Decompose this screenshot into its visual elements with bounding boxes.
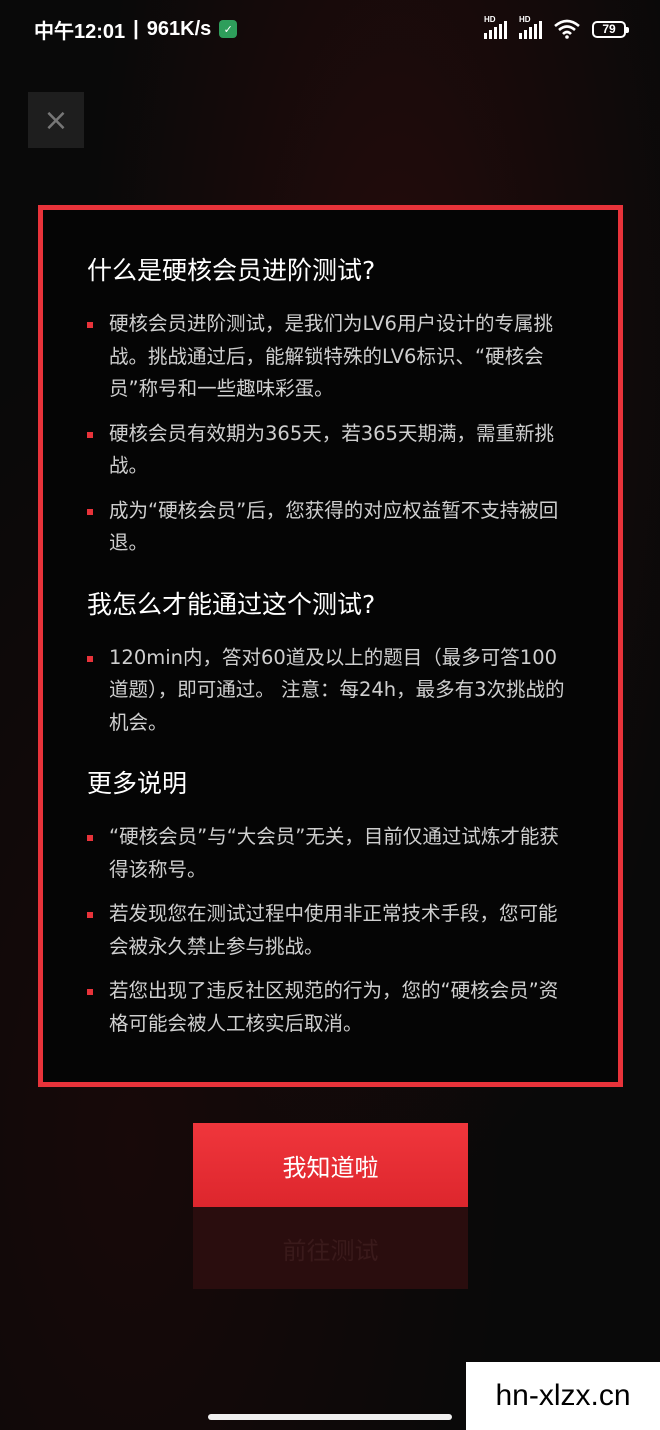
bullet-item: 硬核会员有效期为365天，若365天期满，需重新挑战。 <box>87 418 576 483</box>
hd-label: HD <box>484 15 496 24</box>
bullet-marker <box>87 655 93 662</box>
bullet-list: 120min内，答对60道及以上的题目（最多可答100道题），即可通过。 注意：… <box>87 642 576 740</box>
bullet-list: 硬核会员进阶测试，是我们为LV6用户设计的专属挑战。挑战通过后，能解锁特殊的LV… <box>87 308 576 560</box>
bullet-marker <box>87 431 93 438</box>
signal-icon: HD <box>484 15 507 39</box>
bullet-item: “硬核会员”与“大会员”无关，目前仅通过试炼才能获得该称号。 <box>87 821 576 886</box>
bullet-marker <box>87 912 93 918</box>
shield-icon: ✓ <box>219 20 238 38</box>
home-indicator[interactable] <box>208 1414 452 1420</box>
status-separator: | <box>133 17 139 40</box>
bullet-item: 若发现您在测试过程中使用非正常技术手段，您可能会被永久禁止参与挑战。 <box>87 898 576 963</box>
bullet-marker <box>87 508 93 515</box>
signal-icon-2: HD <box>519 15 542 39</box>
watermark: hn-xlzx.cn <box>466 1362 660 1430</box>
close-icon: × <box>43 102 69 138</box>
section-title: 更多说明 <box>87 769 188 798</box>
bullet-text: 硬核会员进阶测试，是我们为LV6用户设计的专属挑战。挑战通过后，能解锁特殊的LV… <box>109 312 553 400</box>
section-title: 我怎么才能通过这个测试? <box>87 589 376 619</box>
battery-icon: 79 <box>592 20 629 38</box>
bullet-marker <box>87 989 93 995</box>
start-test-button[interactable]: 前往测试 <box>193 1207 468 1289</box>
wifi-icon <box>554 19 580 39</box>
bullet-text: “硬核会员”与“大会员”无关，目前仅通过试炼才能获得该称号。 <box>109 825 559 881</box>
got-it-button[interactable]: 我知道啦 <box>193 1123 468 1207</box>
section-more-info: 更多说明 “硬核会员”与“大会员”无关，目前仅通过试炼才能获得该称号。 若发现您… <box>87 767 576 1040</box>
bullet-text: 硬核会员有效期为365天，若365天期满，需重新挑战。 <box>109 421 554 478</box>
bullet-text: 成为“硬核会员”后，您获得的对应权益暂不支持被回退。 <box>109 498 559 555</box>
status-bar: 中午12:01 | 961K/s ✓ HD HD 79 <box>0 0 660 58</box>
close-button[interactable]: × <box>28 92 84 148</box>
info-dialog: 什么是硬核会员进阶测试? 硬核会员进阶测试，是我们为LV6用户设计的专属挑战。挑… <box>38 205 623 1087</box>
bullet-item: 成为“硬核会员”后，您获得的对应权益暂不支持被回退。 <box>87 495 576 560</box>
status-right: HD HD 79 <box>484 15 629 39</box>
bullet-text: 若您出现了违反社区规范的行为，您的“硬核会员”资格可能会被人工核实后取消。 <box>109 979 559 1035</box>
section-title: 什么是硬核会员进阶测试? <box>87 256 376 285</box>
bullet-item: 硬核会员进阶测试，是我们为LV6用户设计的专属挑战。挑战通过后，能解锁特殊的LV… <box>87 308 576 406</box>
bullet-item: 120min内，答对60道及以上的题目（最多可答100道题），即可通过。 注意：… <box>87 642 576 740</box>
battery-level: 79 <box>602 22 616 36</box>
section-what-is: 什么是硬核会员进阶测试? 硬核会员进阶测试，是我们为LV6用户设计的专属挑战。挑… <box>87 254 576 560</box>
hd-label-2: HD <box>519 15 531 24</box>
bullet-text: 120min内，答对60道及以上的题目（最多可答100道题），即可通过。 注意：… <box>109 645 565 734</box>
bullet-marker <box>87 835 93 841</box>
bullet-item: 若您出现了违反社区规范的行为，您的“硬核会员”资格可能会被人工核实后取消。 <box>87 975 576 1040</box>
bullet-marker <box>87 322 93 328</box>
section-how-to-pass: 我怎么才能通过这个测试? 120min内，答对60道及以上的题目（最多可答100… <box>87 588 576 740</box>
bullet-list: “硬核会员”与“大会员”无关，目前仅通过试炼才能获得该称号。 若发现您在测试过程… <box>87 821 576 1040</box>
bullet-text: 若发现您在测试过程中使用非正常技术手段，您可能会被永久禁止参与挑战。 <box>109 902 558 958</box>
status-time: 中午12:01 <box>34 20 126 43</box>
network-speed: 961K/s <box>146 17 212 40</box>
status-left: 中午12:01 | 961K/s ✓ <box>34 15 238 44</box>
